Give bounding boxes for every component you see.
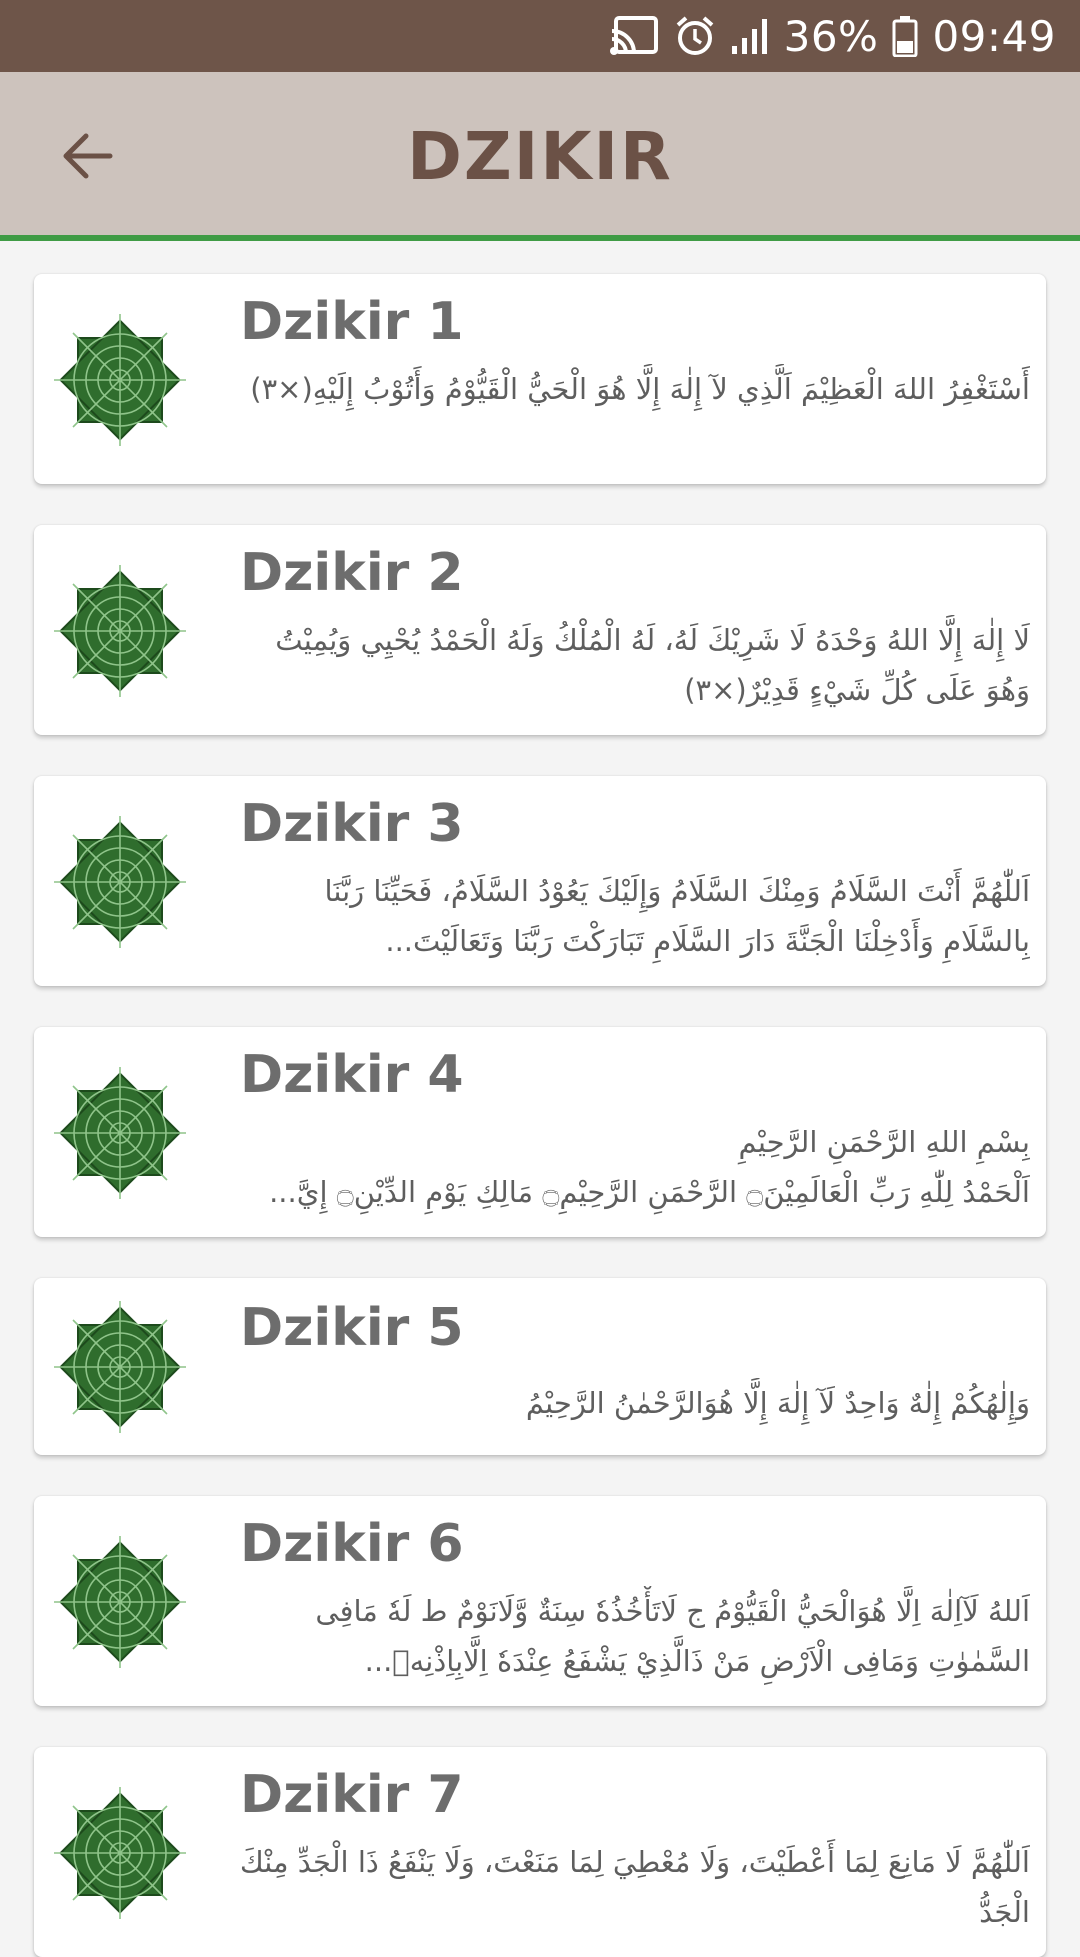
page-title: DZIKIR: [407, 118, 673, 195]
islamic-star-ornament-icon: [54, 816, 186, 948]
cast-icon: [609, 15, 660, 57]
list-item[interactable]: Dzikir 1 أَسْتَغْفِرُ اللهَ الْعَظِيْمَ …: [34, 274, 1046, 484]
item-arabic-text: وَإِلٰهُكُمْ إِلٰهٌ وَاحِدٌ لَآ إِلٰهَ إ…: [525, 1386, 1030, 1420]
islamic-star-ornament-icon: [54, 1787, 186, 1919]
islamic-star-ornament-icon: [54, 314, 186, 446]
battery-percent: 36%: [783, 11, 879, 61]
item-title: Dzikir 4: [240, 1045, 464, 1105]
islamic-star-ornament-icon: [54, 1067, 186, 1199]
islamic-star-ornament-icon: [54, 1536, 186, 1668]
item-title: Dzikir 6: [240, 1514, 464, 1574]
item-arabic-text: أَسْتَغْفِرُ اللهَ الْعَظِيْمَ اَلَّذِي …: [250, 372, 1030, 406]
islamic-star-ornament-icon: [54, 1301, 186, 1433]
item-arabic-text: بِسْمِ اللهِ الرَّحْمَنِ الرَّحِيْمِ اَل…: [269, 1125, 1030, 1209]
battery-icon: [892, 15, 918, 57]
list-item[interactable]: Dzikir 2 لَا إِلٰهَ إِلَّا اللهُ وَحْدَه…: [34, 525, 1046, 735]
alarm-icon: [674, 15, 716, 57]
item-arabic-text: اَللهُ لَآاِلٰهَ اِلَّا هُوَالْحَيُّ الْ…: [315, 1594, 1030, 1678]
item-title: Dzikir 1: [240, 292, 464, 352]
list-item[interactable]: Dzikir 5 وَإِلٰهُكُمْ إِلٰهٌ وَاحِدٌ لَآ…: [34, 1278, 1046, 1455]
list-item[interactable]: Dzikir 7 اَللّٰهُمَّ لَا مَانِعَ لِمَا أ…: [34, 1747, 1046, 1957]
item-arabic-text: اَللّٰهُمَّ أَنْتَ السَّلَامُ وَمِنْكَ ا…: [324, 874, 1030, 958]
signal-icon: [730, 16, 770, 56]
app-bar: DZIKIR: [0, 72, 1080, 241]
list-item[interactable]: Dzikir 3 اَللّٰهُمَّ أَنْتَ السَّلَامُ و…: [34, 776, 1046, 986]
clock: 09:49: [932, 11, 1056, 61]
item-title: Dzikir 3: [240, 794, 464, 854]
item-title: Dzikir 7: [240, 1765, 464, 1825]
item-arabic-text: اَللّٰهُمَّ لَا مَانِعَ لِمَا أَعْطَيْتَ…: [239, 1845, 1030, 1929]
item-title: Dzikir 2: [240, 543, 464, 603]
item-title: Dzikir 5: [240, 1298, 464, 1358]
islamic-star-ornament-icon: [54, 565, 186, 697]
status-bar: 36% 09:49: [0, 0, 1080, 72]
list-item[interactable]: Dzikir 6 اَللهُ لَآاِلٰهَ اِلَّا هُوَالْ…: [34, 1496, 1046, 1706]
list-item[interactable]: Dzikir 4 بِسْمِ اللهِ الرَّحْمَنِ الرَّح…: [34, 1027, 1046, 1237]
item-arabic-text: لَا إِلٰهَ إِلَّا اللهُ وَحْدَهُ لَا شَر…: [275, 623, 1030, 707]
